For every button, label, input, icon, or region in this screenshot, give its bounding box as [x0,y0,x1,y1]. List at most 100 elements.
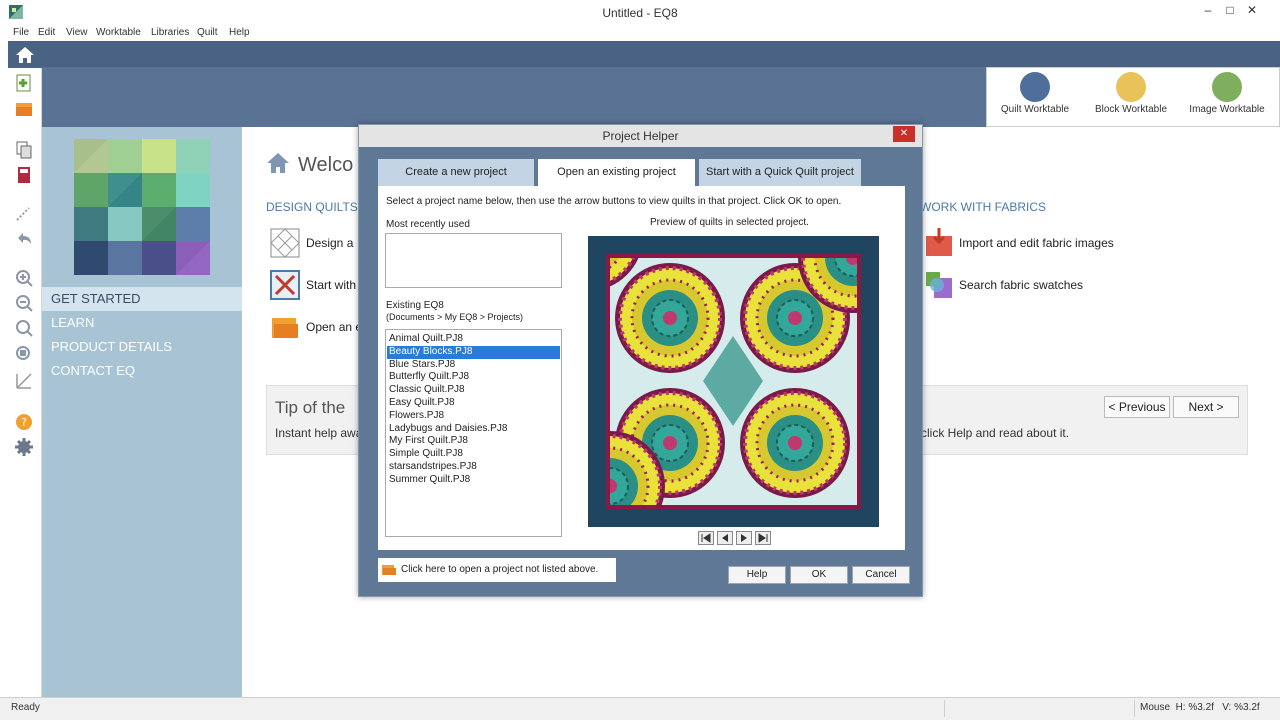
mouse-coordinates: Mouse H: %3.2f V: %3.2f [1140,702,1260,713]
recent-projects-list[interactable] [385,233,562,288]
block-worktable-label: Block Worktable [1094,104,1168,115]
svg-text:?: ? [21,416,27,429]
project-item[interactable]: Blue Stars.PJ8 [387,359,560,372]
open-unlisted-label: Click here to open a project not listed … [401,564,599,575]
project-item[interactable]: Butterfly Quilt.PJ8 [387,371,560,384]
top-banner: Quilt Worktable Block Worktable Image Wo… [42,41,1280,127]
tab-create-new-project[interactable]: Create a new project [378,159,534,186]
left-toolbar: ? [0,41,42,697]
open-folder-icon [272,318,298,338]
nav-panel: GET STARTED LEARN PRODUCT DETAILS CONTAC… [42,127,242,697]
project-item-selected[interactable]: Beauty Blocks.PJ8 [387,345,560,359]
project-item[interactable]: Easy Quilt.PJ8 [387,397,560,410]
preview-navigation [698,531,774,545]
nav-get-started[interactable]: GET STARTED [42,287,242,311]
zoom-in-icon[interactable] [14,268,34,288]
status-text: Ready [11,702,40,713]
zoom-box-icon[interactable] [14,344,34,364]
design-quilt-link[interactable]: Design a [306,236,353,250]
settings-icon[interactable] [14,437,34,457]
menu-edit[interactable]: Edit [38,27,55,38]
zoom-fit-icon[interactable] [14,318,34,338]
fabric-swatch-graphic [74,139,210,275]
open-project-icon[interactable] [14,99,34,119]
import-fabric-icon [926,228,952,256]
work-with-fabrics-heading: WORK WITH FABRICS [920,200,1046,214]
design-quilt-icon [270,228,300,258]
title-bar: Untitled - EQ8 – □ ✕ [0,0,1280,25]
project-item[interactable]: Animal Quilt.PJ8 [387,333,560,346]
block-worktable-icon [1116,72,1146,102]
menu-quilt[interactable]: Quilt [197,27,218,38]
ruler-icon[interactable] [14,371,34,391]
status-divider [944,700,945,717]
next-icon [741,534,747,542]
menu-help[interactable]: Help [229,27,250,38]
first-quilt-button[interactable] [698,531,714,545]
quilt-preview-image [588,236,879,527]
home-button[interactable] [8,41,42,68]
menu-libraries[interactable]: Libraries [151,27,189,38]
project-item[interactable]: Summer Quilt.PJ8 [387,474,560,487]
nav-contact-eq[interactable]: CONTACT EQ [42,359,242,383]
project-item[interactable]: Simple Quilt.PJ8 [387,448,560,461]
import-fabric-link[interactable]: Import and edit fabric images [959,236,1114,250]
welcome-title: Welco [298,154,354,176]
existing-label: Existing EQ8 [386,300,444,311]
window-title: Untitled - EQ8 [602,6,678,20]
next-tip-button[interactable]: Next > [1173,396,1239,418]
status-divider [1134,700,1135,717]
dialog-close-button[interactable]: ✕ [893,126,915,142]
nav-learn[interactable]: LEARN [42,311,242,335]
tab-quick-quilt-project[interactable]: Start with a Quick Quilt project [699,159,861,186]
dialog-instructions: Select a project name below, then use th… [386,196,842,207]
open-unlisted-project-button[interactable]: Click here to open a project not listed … [378,558,616,582]
close-window-button[interactable]: ✕ [1240,2,1264,20]
project-item[interactable]: My First Quilt.PJ8 [387,435,560,448]
last-quilt-button[interactable] [755,531,771,545]
nav-product-details[interactable]: PRODUCT DETAILS [42,335,242,359]
project-item[interactable]: starsandstripes.PJ8 [387,461,560,474]
menu-file[interactable]: File [13,27,29,38]
project-item[interactable]: Classic Quilt.PJ8 [387,384,560,397]
maximize-button[interactable]: □ [1222,2,1238,20]
project-item[interactable]: Flowers.PJ8 [387,410,560,423]
search-swatches-icon [926,272,952,298]
project-helper-dialog: Project Helper ✕ Create a new project Op… [358,124,923,597]
menu-worktable[interactable]: Worktable [96,27,141,38]
open-existing-link[interactable]: Open an e [306,320,362,334]
pencil-icon[interactable] [14,203,34,223]
cancel-button[interactable]: Cancel [852,566,910,584]
quilt-worktable-button[interactable]: Quilt Worktable [987,72,1083,115]
block-worktable-button[interactable]: Block Worktable [1083,72,1179,115]
existing-path: (Documents > My EQ8 > Projects) [386,312,524,322]
ok-button[interactable]: OK [790,566,848,584]
home-icon [16,47,34,63]
image-worktable-icon [1212,72,1242,102]
quilt-worktable-label: Quilt Worktable [1000,104,1070,115]
preview-label: Preview of quilts in selected project. [650,217,809,228]
new-quilt-icon[interactable] [14,73,34,93]
help-icon[interactable]: ? [14,412,34,432]
copy-icon[interactable] [14,140,34,160]
first-icon [701,533,711,543]
quilt-worktable-icon [1020,72,1050,102]
undo-icon[interactable] [14,229,34,249]
previous-quilt-button[interactable] [717,531,733,545]
zoom-out-icon[interactable] [14,293,34,313]
book-icon[interactable] [14,165,34,185]
menu-bar: File Edit View Worktable Libraries Quilt… [0,25,1280,41]
help-button[interactable]: Help [728,566,786,584]
tab-open-existing-project[interactable]: Open an existing project [538,159,695,187]
minimize-button[interactable]: – [1200,2,1216,20]
search-swatches-link[interactable]: Search fabric swatches [959,278,1083,292]
existing-projects-list[interactable]: Animal Quilt.PJ8 Beauty Blocks.PJ8 Blue … [385,329,562,537]
previous-icon [722,534,728,542]
start-with-link[interactable]: Start with [306,278,356,292]
next-quilt-button[interactable] [736,531,752,545]
project-item[interactable]: Ladybugs and Daisies.PJ8 [387,423,560,436]
tip-text: Instant help awa [275,426,363,440]
previous-tip-button[interactable]: < Previous [1104,396,1170,418]
menu-view[interactable]: View [66,27,88,38]
image-worktable-button[interactable]: Image Worktable [1179,72,1275,115]
